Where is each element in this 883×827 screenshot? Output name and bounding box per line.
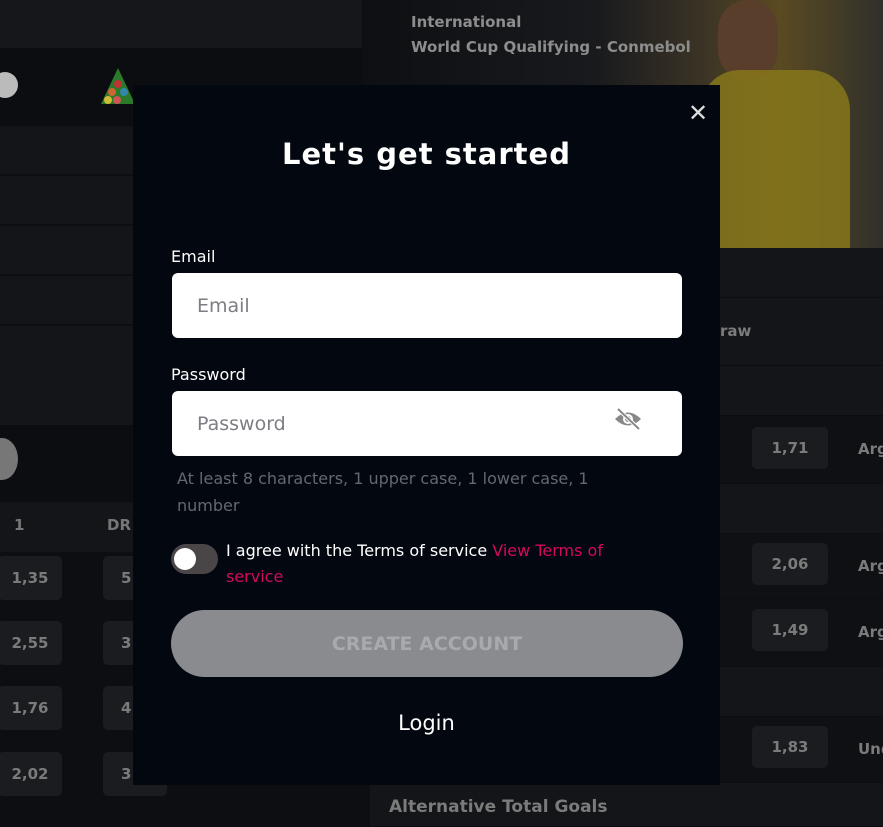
modal-title: Let's get started [282, 137, 571, 171]
odd-button[interactable]: 2,02 [0, 752, 62, 796]
email-label: Email [171, 247, 216, 266]
draw-header: raw [720, 322, 752, 340]
left-top-bar [0, 0, 362, 48]
terms-toggle[interactable] [171, 544, 218, 574]
create-account-button[interactable]: CREATE ACCOUNT [171, 610, 683, 677]
event-title: International World Cup Qualifying - Con… [411, 10, 691, 60]
terms-agreement: I agree with the Terms of service View T… [226, 538, 656, 590]
event-name: World Cup Qualifying - Conmebol [411, 38, 691, 56]
agree-text: I agree with the Terms of service [226, 541, 488, 560]
header-1: 1 [14, 516, 25, 534]
event-category: International [411, 13, 522, 31]
selection-label: Arg [858, 440, 883, 458]
odd-button[interactable]: 2,55 [0, 621, 62, 665]
odd-button[interactable]: 2,06 [752, 543, 828, 585]
close-icon[interactable]: ✕ [688, 99, 708, 127]
password-label: Password [171, 365, 246, 384]
signup-modal: ✕ Let's get started Email Password At le… [133, 85, 720, 785]
email-input[interactable] [172, 273, 682, 338]
billiards-icon[interactable] [100, 66, 136, 106]
password-hint: At least 8 characters, 1 upper case, 1 l… [177, 469, 589, 515]
odd-button[interactable]: 1,76 [0, 686, 62, 730]
player-image [700, 70, 850, 248]
login-link[interactable]: Login [133, 711, 720, 735]
password-input[interactable] [172, 391, 682, 456]
selection-label: Und [858, 740, 883, 758]
odd-button[interactable]: 1,83 [752, 726, 828, 768]
toggle-knob [174, 548, 196, 570]
header-draw: DR [107, 516, 132, 534]
odd-button[interactable]: 1,35 [0, 556, 62, 600]
eye-slash-icon[interactable] [613, 408, 643, 430]
odd-button[interactable]: 1,49 [752, 609, 828, 651]
selection-label: Arg [858, 557, 883, 575]
section-title: Alternative Total Goals [389, 797, 608, 817]
selection-label: Arg [858, 623, 883, 641]
player-image [718, 0, 778, 80]
soccer-ball-icon[interactable] [0, 72, 18, 98]
odd-button[interactable]: 1,71 [752, 427, 828, 469]
